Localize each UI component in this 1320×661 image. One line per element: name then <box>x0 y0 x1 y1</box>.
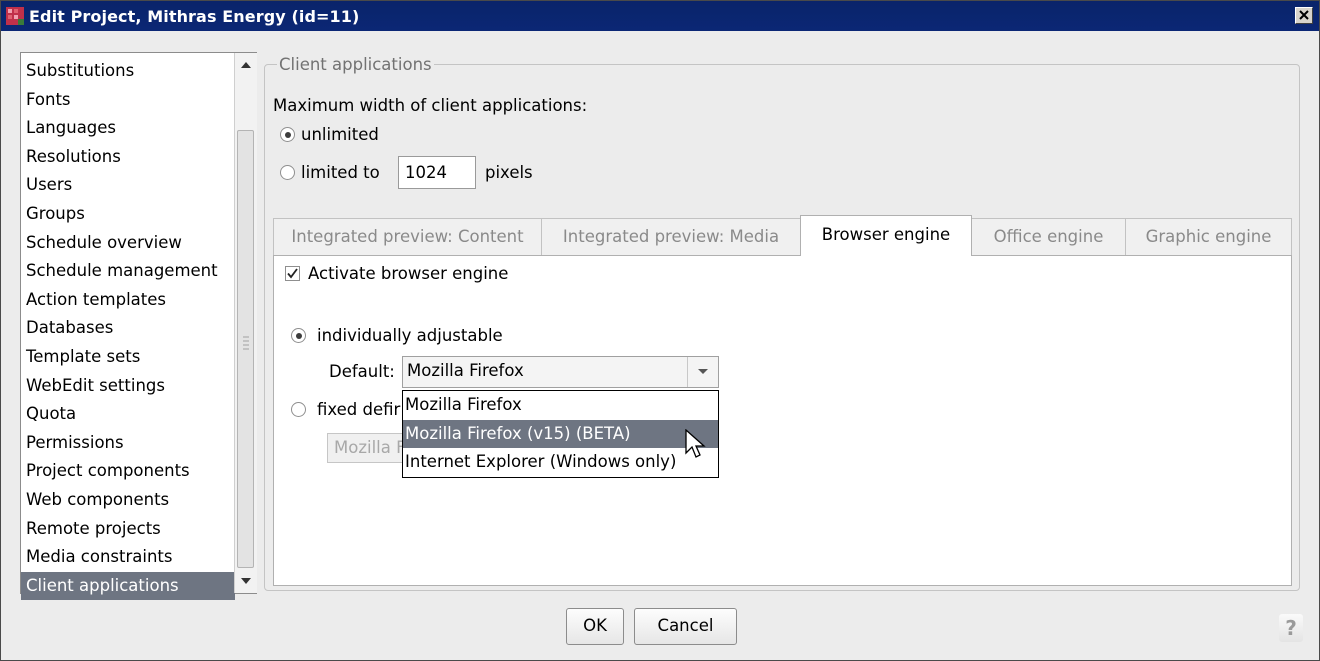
sidebar-item-client-applications[interactable]: Client applications <box>21 571 235 601</box>
default-browser-select[interactable]: Mozilla Firefox <box>402 356 719 388</box>
activate-browser-engine-label[interactable]: Activate browser engine <box>308 264 508 283</box>
title-bar[interactable]: Edit Project, Mithras Energy (id=11) <box>1 1 1319 31</box>
category-list-scrollbar[interactable] <box>234 53 257 593</box>
tab-graphic-engine[interactable]: Graphic engine <box>1125 218 1292 256</box>
unlimited-radio[interactable] <box>280 127 295 142</box>
scroll-down-icon[interactable] <box>237 572 255 590</box>
limited-radio[interactable] <box>280 165 295 180</box>
individually-adjustable-label[interactable]: individually adjustable <box>317 326 503 345</box>
radio-selected-dot <box>295 332 302 339</box>
sidebar-item-groups[interactable]: Groups <box>21 200 235 229</box>
sidebar-item-action-templates[interactable]: Action templates <box>21 286 235 315</box>
tab-integrated-preview-media[interactable]: Integrated preview: Media <box>541 218 801 256</box>
scroll-up-icon[interactable] <box>237 56 255 74</box>
help-icon[interactable]: ? <box>1279 614 1303 642</box>
checkmark-icon <box>287 268 298 279</box>
option-mozilla-firefox[interactable]: Mozilla Firefox <box>403 391 718 420</box>
sidebar-item-quota[interactable]: Quota <box>21 400 235 429</box>
sidebar-item-webedit-settings[interactable]: WebEdit settings <box>21 372 235 401</box>
default-browser-value: Mozilla Firefox <box>407 361 524 380</box>
sidebar-item-schedule-overview[interactable]: Schedule overview <box>21 229 235 258</box>
sidebar-item-schedule-management[interactable]: Schedule management <box>21 257 235 286</box>
option-mozilla-firefox-v15-beta[interactable]: Mozilla Firefox (v15) (BETA) <box>403 419 718 449</box>
app-icon <box>6 7 24 25</box>
browser-dropdown-list[interactable]: Mozilla Firefox Mozilla Firefox (v15) (B… <box>402 390 719 478</box>
option-internet-explorer[interactable]: Internet Explorer (Windows only) <box>403 448 718 477</box>
tab-office-engine[interactable]: Office engine <box>971 218 1126 256</box>
close-button[interactable] <box>1295 7 1313 24</box>
max-width-label: Maximum width of client applications: <box>273 96 588 115</box>
sidebar-item-media-constraints[interactable]: Media constraints <box>21 543 235 572</box>
group-legend: Client applications <box>277 55 434 74</box>
fixed-definition-radio[interactable] <box>291 402 306 417</box>
settings-category-list[interactable]: Substitutions Fonts Languages Resolution… <box>20 52 257 601</box>
sidebar-item-databases[interactable]: Databases <box>21 314 235 343</box>
edit-project-dialog: Edit Project, Mithras Energy (id=11) Sub… <box>0 0 1320 661</box>
unlimited-label[interactable]: unlimited <box>301 125 379 144</box>
sidebar-item-users[interactable]: Users <box>21 171 235 200</box>
sidebar-item-languages[interactable]: Languages <box>21 114 235 143</box>
cancel-button[interactable]: Cancel <box>634 608 737 645</box>
close-icon <box>1299 10 1309 20</box>
tab-integrated-preview-content[interactable]: Integrated preview: Content <box>273 218 542 256</box>
max-width-input[interactable]: 1024 <box>398 156 476 189</box>
tab-browser-engine[interactable]: Browser engine <box>800 215 972 256</box>
scroll-thumb[interactable] <box>237 130 254 568</box>
grip-icon <box>243 336 249 350</box>
limited-label[interactable]: limited to <box>301 163 380 182</box>
sidebar-item-permissions[interactable]: Permissions <box>21 429 235 458</box>
pixels-label: pixels <box>485 163 533 182</box>
ok-button[interactable]: OK <box>566 608 624 645</box>
individually-adjustable-radio[interactable] <box>291 328 306 343</box>
window-title: Edit Project, Mithras Energy (id=11) <box>29 7 360 26</box>
default-label: Default: <box>329 362 395 381</box>
sidebar-item-fonts[interactable]: Fonts <box>21 86 235 115</box>
activate-browser-engine-checkbox[interactable] <box>285 266 300 281</box>
sidebar-item-project-components[interactable]: Project components <box>21 457 235 486</box>
sidebar-item-web-components[interactable]: Web components <box>21 486 235 515</box>
sidebar-item-template-sets[interactable]: Template sets <box>21 343 235 372</box>
fixed-definition-label[interactable]: fixed defir <box>317 400 400 419</box>
radio-selected-dot <box>284 131 291 138</box>
sidebar-item-remote-projects[interactable]: Remote projects <box>21 515 235 544</box>
category-items: Substitutions Fonts Languages Resolution… <box>21 57 235 601</box>
sidebar-item-resolutions[interactable]: Resolutions <box>21 143 235 172</box>
sidebar-item-substitutions[interactable]: Substitutions <box>21 57 235 86</box>
dropdown-arrow[interactable] <box>687 357 718 387</box>
chevron-down-icon <box>698 369 708 374</box>
mouse-cursor-icon <box>685 429 706 458</box>
